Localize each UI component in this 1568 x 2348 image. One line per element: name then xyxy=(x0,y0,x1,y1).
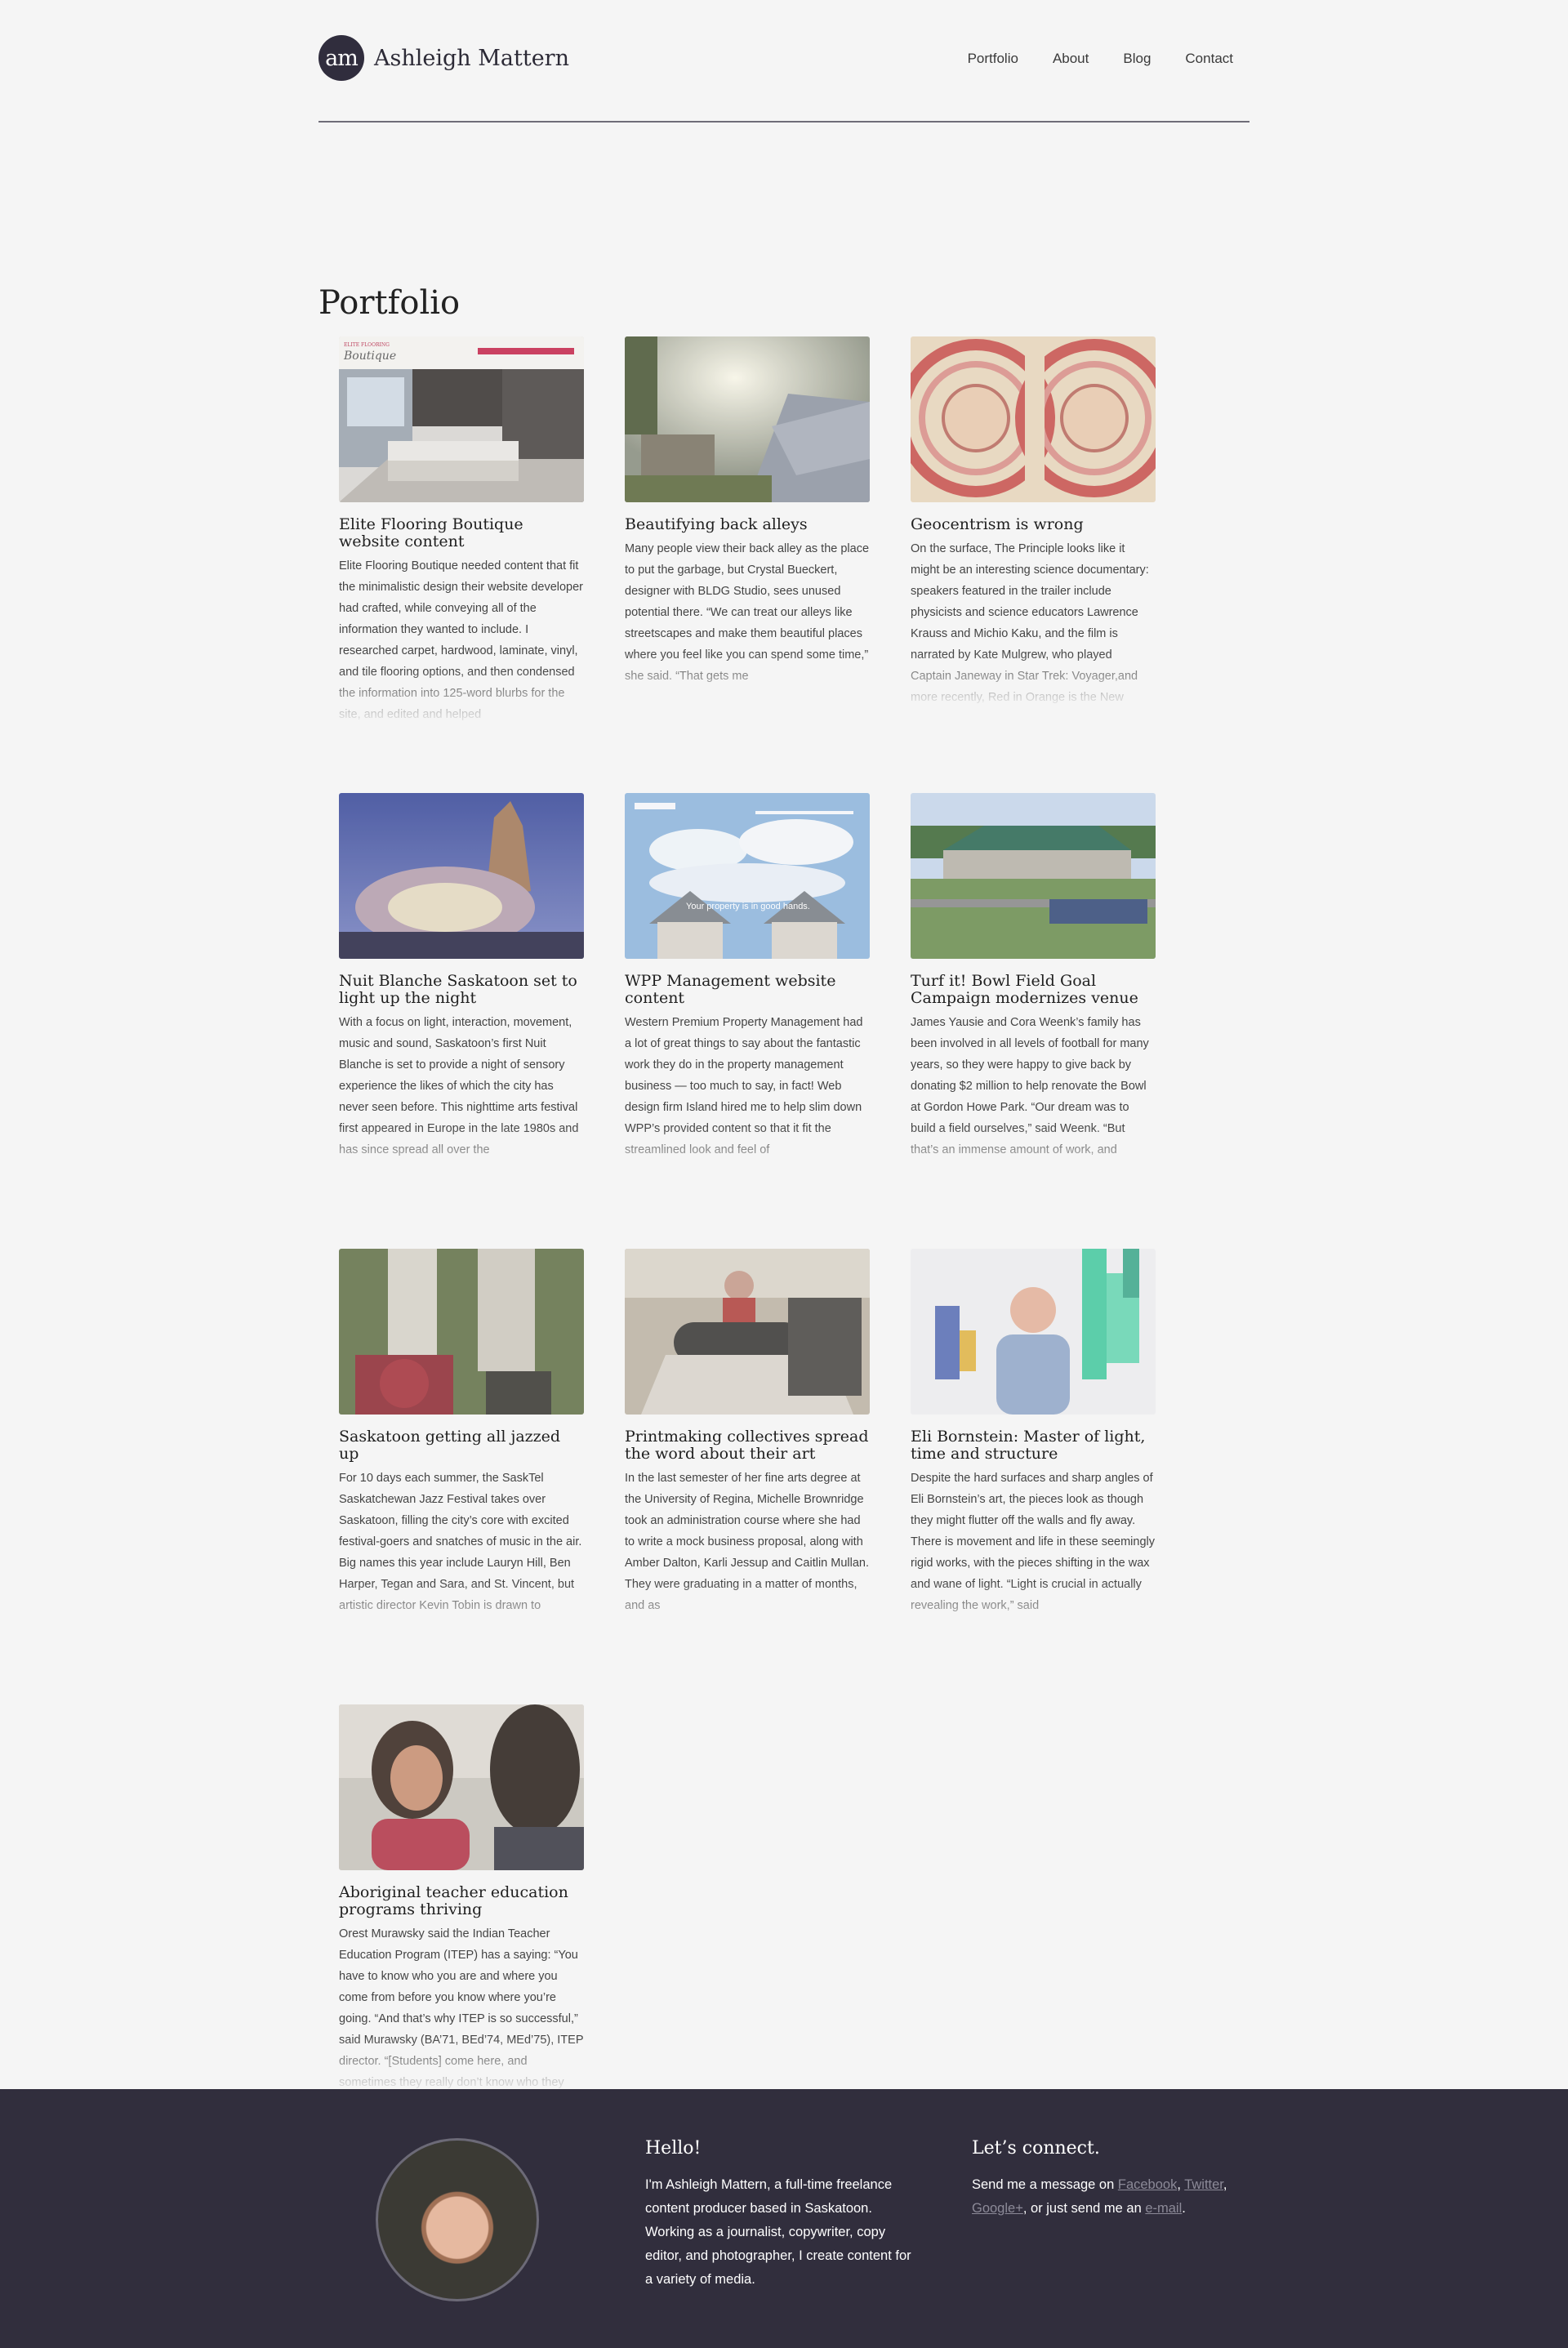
thumb-cosmos-image[interactable] xyxy=(911,336,1156,502)
card-excerpt: For 10 days each summer, the SaskTel Sas… xyxy=(339,1468,584,1639)
portfolio-card[interactable]: Eli Bornstein: Master of light, time and… xyxy=(911,1249,1156,1639)
card-excerpt: Despite the hard surfaces and sharp angl… xyxy=(911,1468,1156,1639)
portfolio-card[interactable]: Printmaking collectives spread the word … xyxy=(625,1249,870,1639)
card-excerpt: Western Premium Property Management had … xyxy=(625,1012,870,1183)
site-brand[interactable]: am Ashleigh Mattern xyxy=(318,35,569,81)
card-title[interactable]: Saskatoon getting all jazzed up xyxy=(339,1428,584,1463)
email-link[interactable]: e-mail xyxy=(1145,2201,1182,2216)
footer-connect-text: Send me a message on Facebook, Twitter, … xyxy=(972,2177,1227,2216)
site-footer: Hello! I'm Ashleigh Mattern, a full-time… xyxy=(0,2089,1568,2348)
thumb-printmaking-image[interactable] xyxy=(625,1249,870,1415)
svg-text:Boutique: Boutique xyxy=(343,350,396,363)
site-name: Ashleigh Mattern xyxy=(374,45,569,71)
portfolio-card[interactable]: ELITE FLOORING Boutique Elite Flooring B… xyxy=(339,336,584,727)
thumb-stadium-image[interactable] xyxy=(911,793,1156,959)
author-avatar xyxy=(376,2138,539,2301)
nav-blog[interactable]: Blog xyxy=(1123,51,1151,67)
connect-mid: , or just send me an xyxy=(1022,2201,1146,2216)
connect-prefix: Send me a message on xyxy=(972,2177,1118,2192)
nav-about[interactable]: About xyxy=(1053,51,1089,67)
wpp-banner-text: Your property is in good hands. xyxy=(686,902,810,911)
thumb-jazz-image[interactable] xyxy=(339,1249,584,1415)
thumb-alley-image[interactable] xyxy=(625,336,870,502)
card-excerpt: Orest Murawsky said the Indian Teacher E… xyxy=(339,1923,584,2095)
footer-hello-text: I'm Ashleigh Mattern, a full-time freela… xyxy=(645,2177,911,2287)
portfolio-card[interactable]: Aboriginal teacher education programs th… xyxy=(339,1704,584,2095)
thumb-bornstein-image[interactable] xyxy=(911,1249,1156,1415)
connect-end: . xyxy=(1182,2201,1186,2216)
footer-hello: Hello! I'm Ashleigh Mattern, a full-time… xyxy=(645,2138,915,2292)
card-title[interactable]: Geocentrism is wrong xyxy=(911,516,1156,533)
card-title[interactable]: Printmaking collectives spread the word … xyxy=(625,1428,870,1463)
portfolio-card[interactable]: Saskatoon getting all jazzed up For 10 d… xyxy=(339,1249,584,1639)
card-excerpt: In the last semester of her fine arts de… xyxy=(625,1468,870,1639)
thumb-wpp-image[interactable]: Your property is in good hands. xyxy=(625,793,870,959)
page-title: Portfolio xyxy=(318,284,461,322)
nav-portfolio[interactable]: Portfolio xyxy=(968,51,1018,67)
nav-contact[interactable]: Contact xyxy=(1185,51,1233,67)
card-title[interactable]: Aboriginal teacher education programs th… xyxy=(339,1884,584,1918)
card-title[interactable]: Eli Bornstein: Master of light, time and… xyxy=(911,1428,1156,1463)
thumb-teacher-image[interactable] xyxy=(339,1704,584,1870)
card-title[interactable]: WPP Management website content xyxy=(625,973,870,1007)
footer-hello-title: Hello! xyxy=(645,2138,702,2159)
card-title[interactable]: Elite Flooring Boutique website content xyxy=(339,516,584,550)
svg-text:ELITE FLOORING: ELITE FLOORING xyxy=(344,342,390,348)
twitter-link[interactable]: Twitter xyxy=(1184,2177,1223,2192)
card-excerpt: Many people view their back alley as the… xyxy=(625,538,870,710)
logo-icon: am xyxy=(318,35,364,81)
site-header: am Ashleigh Mattern Portfolio About Blog… xyxy=(318,0,1250,123)
facebook-link[interactable]: Facebook xyxy=(1118,2177,1177,2192)
thumb-kitchen-image[interactable]: ELITE FLOORING Boutique xyxy=(339,336,584,502)
googleplus-link[interactable]: Google+ xyxy=(972,2201,1023,2216)
footer-connect-title: Let’s connect. xyxy=(972,2138,1100,2159)
card-excerpt: On the surface, The Principle looks like… xyxy=(911,538,1156,710)
footer-connect: Let’s connect. Send me a message on Face… xyxy=(972,2138,1241,2221)
card-excerpt: James Yausie and Cora Weenk’s family has… xyxy=(911,1012,1156,1183)
card-excerpt: Elite Flooring Boutique needed content t… xyxy=(339,555,584,727)
card-title[interactable]: Nuit Blanche Saskatoon set to light up t… xyxy=(339,973,584,1007)
card-excerpt: With a focus on light, interaction, move… xyxy=(339,1012,584,1183)
main-nav: Portfolio About Blog Contact xyxy=(933,51,1233,67)
thumb-nuit-blanche-image[interactable] xyxy=(339,793,584,959)
portfolio-card[interactable]: Turf it! Bowl Field Goal Campaign modern… xyxy=(911,793,1156,1183)
portfolio-card[interactable]: Geocentrism is wrong On the surface, The… xyxy=(911,336,1156,710)
portfolio-card[interactable]: Beautifying back alleys Many people view… xyxy=(625,336,870,710)
portfolio-card[interactable]: Nuit Blanche Saskatoon set to light up t… xyxy=(339,793,584,1183)
card-title[interactable]: Turf it! Bowl Field Goal Campaign modern… xyxy=(911,973,1156,1007)
card-title[interactable]: Beautifying back alleys xyxy=(625,516,870,533)
portfolio-card[interactable]: Your property is in good hands. WPP Mana… xyxy=(625,793,870,1183)
